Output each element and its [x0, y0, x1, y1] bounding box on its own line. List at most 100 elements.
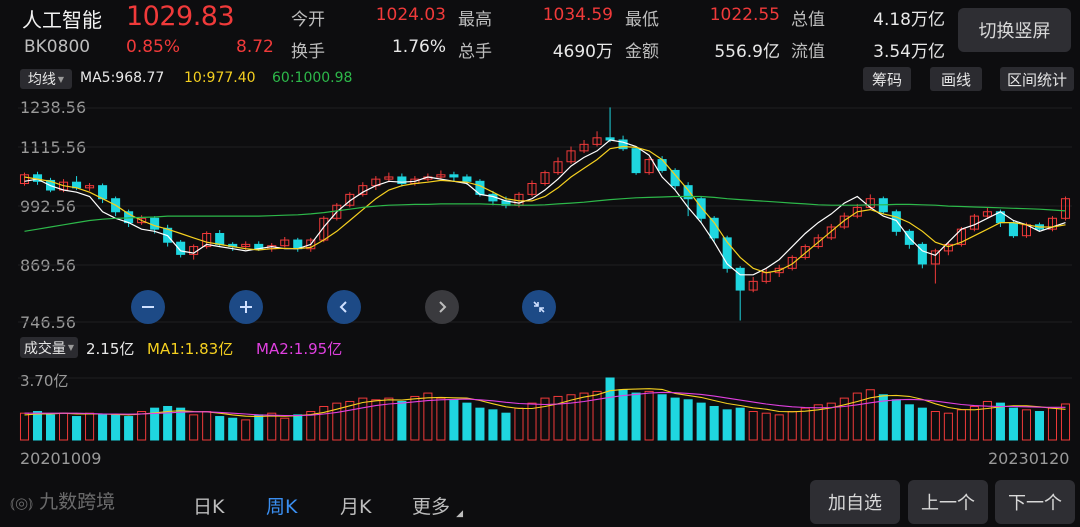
volume-bar — [449, 399, 459, 441]
volume-bar — [176, 407, 186, 441]
volume-dropdown-label: 成交量 — [23, 340, 66, 357]
volume-bar — [280, 417, 290, 441]
candle — [696, 198, 706, 219]
volume-bar — [800, 407, 810, 441]
volume-bar — [98, 414, 108, 441]
scroll-left-button[interactable] — [327, 290, 361, 324]
collapse-button[interactable] — [522, 290, 556, 324]
volume-bar — [72, 416, 82, 441]
candle — [657, 159, 667, 171]
vol-ma1-readout: MA1:1.83亿 — [147, 340, 234, 358]
tab-more-label: 更多 — [412, 496, 451, 518]
volume-readout: 2.15亿 — [86, 340, 135, 358]
next-button[interactable]: 下一个 — [995, 480, 1075, 524]
zoom-out-button[interactable] — [131, 290, 165, 324]
volume-bar — [930, 411, 940, 441]
candle — [462, 176, 472, 182]
volume-bar — [722, 409, 732, 441]
volume-bar — [514, 407, 524, 441]
volume-bar — [85, 412, 95, 441]
dropdown-arrow-icon: ▼ — [67, 343, 75, 352]
collapse-arrows-icon — [533, 301, 545, 313]
volume-bar — [189, 414, 199, 441]
volume-bar — [566, 394, 576, 441]
volume-bar — [59, 412, 69, 441]
volume-bar — [618, 389, 628, 441]
volume-bar — [254, 414, 264, 441]
volume-bar — [124, 416, 134, 441]
volume-bar — [956, 409, 966, 441]
volume-bar — [917, 407, 927, 441]
volume-bar — [579, 392, 589, 441]
tab-more[interactable]: 更多 ◢ — [412, 492, 463, 519]
watermark-text: 九数跨境 — [39, 491, 116, 513]
zoom-in-button[interactable] — [229, 290, 263, 324]
volume-bar — [605, 377, 615, 441]
scroll-right-button[interactable] — [425, 290, 459, 324]
volume-bar — [1047, 407, 1058, 441]
volume-bar — [241, 419, 251, 441]
volume-bar — [137, 411, 147, 441]
volume-bar — [891, 399, 901, 441]
volume-bar — [228, 417, 238, 441]
volume-bar — [709, 405, 719, 441]
volume-bar — [631, 392, 641, 441]
volume-axis-label: 3.70亿 — [20, 372, 69, 390]
add-watchlist-button[interactable]: 加自选 — [810, 480, 900, 524]
volume-bar — [436, 397, 446, 441]
volume-bar — [293, 414, 303, 441]
volume-bar — [644, 390, 654, 441]
volume-bar — [501, 412, 511, 441]
watermark: ⦅◎⦆ 九数跨境 — [10, 487, 115, 514]
volume-bar — [943, 412, 953, 441]
volume-bar — [683, 399, 693, 441]
volume-bar — [1021, 409, 1031, 441]
candle — [150, 217, 160, 230]
candle — [1008, 222, 1018, 237]
volume-bar — [1008, 407, 1018, 441]
volume-bar — [1034, 411, 1045, 441]
volume-bar — [748, 411, 758, 441]
volume-bar — [267, 412, 277, 441]
plus-icon — [240, 301, 252, 313]
ma-line-ma60 — [24, 195, 1066, 232]
previous-button[interactable]: 上一个 — [908, 480, 988, 524]
start-date: 20201009 — [20, 449, 102, 468]
candle — [709, 217, 719, 239]
volume-dropdown[interactable]: 成交量 ▼ — [20, 337, 78, 358]
volume-bar — [670, 397, 680, 441]
volume-bar — [852, 392, 862, 441]
volume-bar — [774, 414, 784, 441]
candle — [215, 233, 225, 245]
chevron-left-icon — [339, 301, 347, 313]
volume-bar — [969, 405, 979, 441]
volume-bar — [761, 412, 771, 441]
volume-bar — [995, 402, 1005, 441]
volume-bar — [345, 400, 355, 441]
volume-bar — [410, 395, 420, 441]
tab-daily-k[interactable]: 日K — [193, 492, 224, 519]
candle — [735, 267, 745, 291]
volume-bar — [397, 400, 407, 441]
kline-chart[interactable] — [0, 0, 1080, 527]
volume-bar — [787, 411, 797, 441]
candle — [891, 211, 901, 232]
volume-bar — [696, 402, 706, 441]
volume-bar — [735, 407, 745, 441]
volume-bar — [982, 400, 992, 441]
volume-bar — [475, 407, 485, 441]
volume-bar — [32, 411, 43, 441]
volume-bar — [202, 411, 212, 441]
chevron-right-icon — [439, 301, 447, 313]
candle — [449, 174, 459, 178]
volume-bar — [215, 416, 225, 441]
minus-icon — [142, 306, 154, 308]
tab-weekly-k[interactable]: 周K — [266, 492, 297, 519]
volume-bar — [358, 397, 368, 441]
end-date: 20230120 — [988, 449, 1070, 468]
volume-bar — [45, 414, 56, 441]
tab-monthly-k[interactable]: 月K — [340, 492, 371, 519]
volume-bar — [657, 394, 667, 441]
candle — [631, 148, 641, 174]
volume-bar — [19, 412, 30, 441]
